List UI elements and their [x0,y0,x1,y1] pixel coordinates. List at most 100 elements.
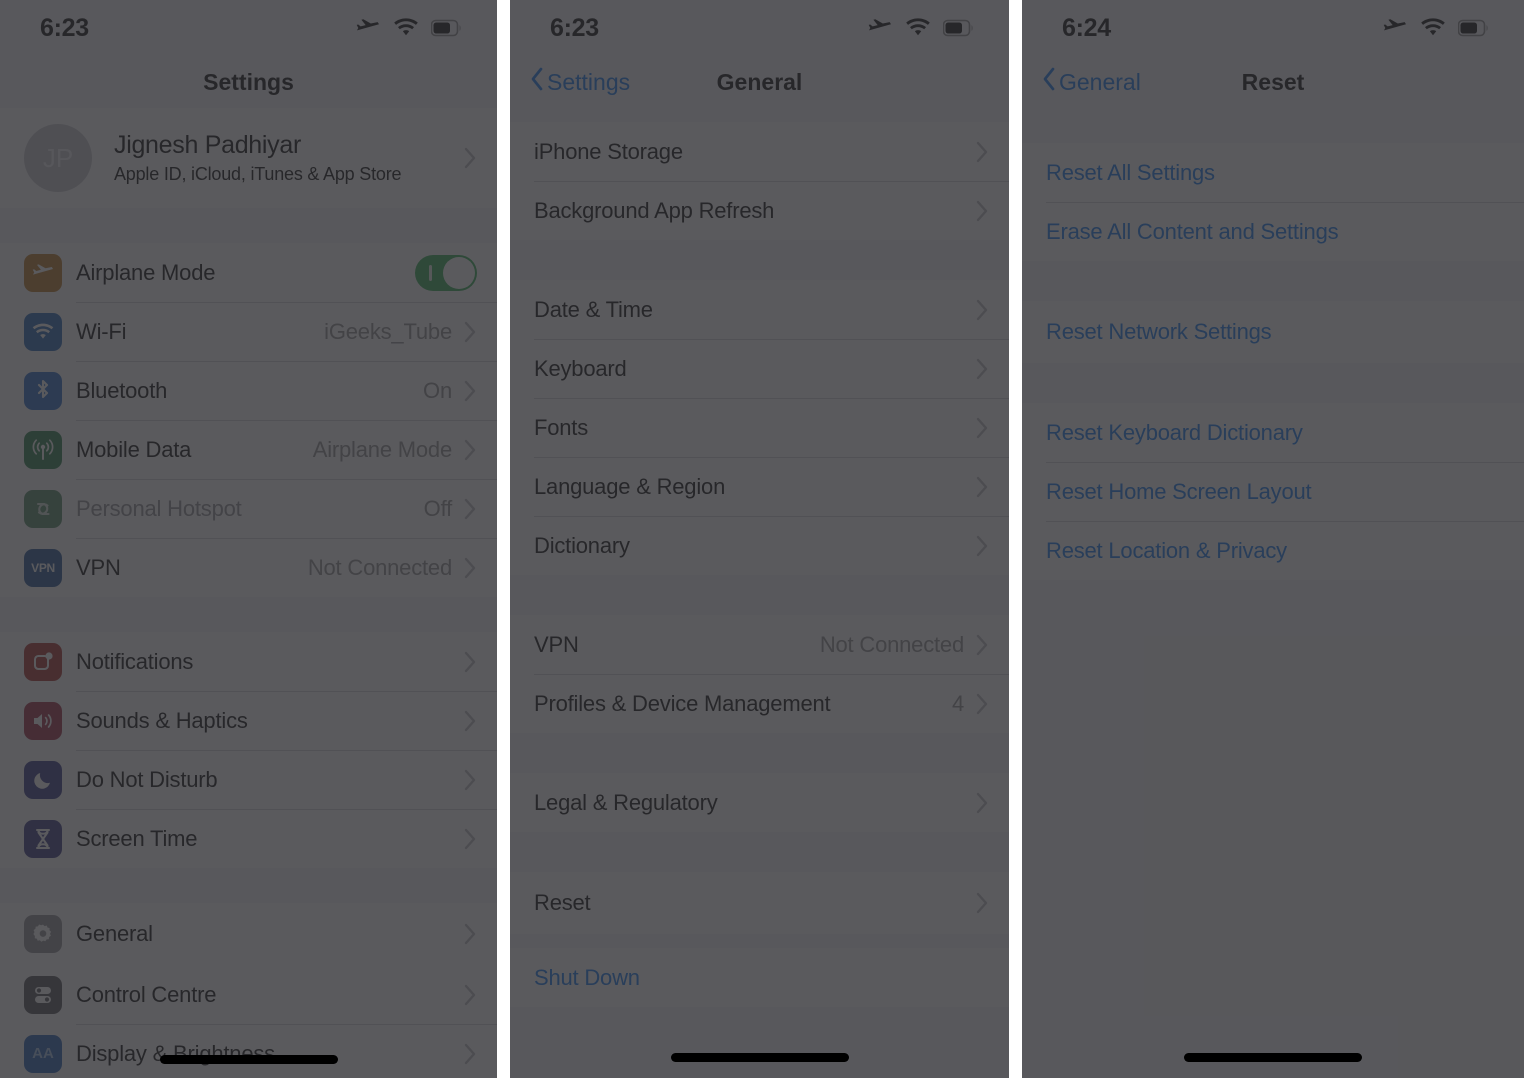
nav-bar: Settings General [510,56,1009,108]
general-row-shut-down[interactable]: Shut Down [510,948,1009,1007]
settings-row-screen-time[interactable]: Screen Time [0,809,497,868]
status-time: 6:23 [550,13,599,42]
settings-row-personal-hotspot[interactable]: Personal Hotspot Off [0,479,497,538]
general-row-legal-regulatory[interactable]: Legal & Regulatory [510,773,1009,832]
reset-network-highlight-group: Reset Network Settings [1022,301,1524,363]
reset-row-erase-all-content-and-settings[interactable]: Erase All Content and Settings [1022,202,1524,261]
status-time: 6:23 [40,13,89,42]
row-label: General [76,921,153,946]
gear-icon [24,915,62,953]
row-label: Control Centre [76,981,217,1007]
wifi-icon [906,18,930,36]
row-label: Fonts [534,414,589,440]
wifi-icon [24,312,62,351]
row-label: Bluetooth [76,377,168,403]
row-label: Shut Down [534,964,640,990]
reset-row-reset-network-settings[interactable]: Reset Network Settings [1022,301,1524,363]
row-label: Mobile Data [76,436,192,462]
row-label: Dictionary [534,532,630,558]
status-time: 6:24 [1062,13,1111,42]
reset-row-reset-all-settings[interactable]: Reset All Settings [1022,143,1524,202]
chevron-right-icon [976,476,989,498]
row-label: Notifications [76,648,194,674]
row-label: Reset Location & Privacy [1046,537,1287,563]
chevron-right-icon [464,710,477,732]
settings-row-wifi[interactable]: Wi-Fi iGeeks_Tube [0,302,497,361]
settings-row-control-centre[interactable]: Control Centre [0,965,497,1024]
legal-group: Legal & Regulatory [510,773,1009,832]
chevron-right-icon [464,147,477,169]
general-row-iphone-storage[interactable]: iPhone Storage [510,122,1009,181]
row-label: Reset Network Settings [1046,319,1272,344]
reset-row-reset-home-screen-layout[interactable]: Reset Home Screen Layout [1022,462,1524,521]
settings-row-bluetooth[interactable]: Bluetooth On [0,361,497,420]
general-row-background-app-refresh[interactable]: Background App Refresh [510,181,1009,240]
status-bar: 6:23 [510,0,1009,56]
avatar: JP [24,124,92,192]
page-title: Settings [203,68,294,95]
settings-row-mobile-data[interactable]: Mobile Data Airplane Mode [0,420,497,479]
row-label: Reset Home Screen Layout [1046,478,1312,504]
back-button[interactable]: Settings [530,67,630,97]
general-row-keyboard[interactable]: Keyboard [510,339,1009,398]
group-spacer [0,597,497,632]
back-label: General [1059,68,1141,95]
row-label: VPN [534,631,579,657]
vpn-profiles-group: VPN Not Connected Profiles & Device Mana… [510,615,1009,733]
row-label: Reset All Settings [1046,159,1215,185]
settings-row-sounds-haptics[interactable]: Sounds & Haptics [0,691,497,750]
wifi-icon [1421,18,1445,36]
reset-list[interactable]: Reset All Settings Erase All Content and… [1022,108,1524,580]
chevron-right-icon [464,439,477,461]
general-row-language-region[interactable]: Language & Region [510,457,1009,516]
airplane-mode-toggle[interactable] [415,254,477,291]
back-button[interactable]: General [1042,67,1141,97]
notifications-group: Notifications Sounds & Haptics Do Not Di… [0,632,497,868]
settings-row-vpn[interactable]: VPN VPN Not Connected [0,538,497,597]
reset-row-reset-location-privacy[interactable]: Reset Location & Privacy [1022,521,1524,580]
general-row-vpn[interactable]: VPN Not Connected [510,615,1009,674]
row-value: Not Connected [819,631,964,657]
status-icons [1382,18,1490,38]
account-group: JP Jignesh Padhiyar Apple ID, iCloud, iT… [0,108,497,208]
settings-list[interactable]: JP Jignesh Padhiyar Apple ID, iCloud, iT… [0,108,497,1078]
general-list[interactable]: iPhone Storage Background App Refresh Da… [510,108,1009,1007]
chevron-right-icon [976,141,989,163]
settings-panel: 6:23 Settings JP Jignesh Padhiyar Apple … [0,0,497,1078]
chevron-right-icon [976,535,989,557]
chevron-left-icon [530,67,544,97]
home-indicator [1184,1053,1362,1062]
settings-row-notifications[interactable]: Notifications [0,632,497,691]
row-label: Date & Time [534,296,653,322]
settings-row-do-not-disturb[interactable]: Do Not Disturb [0,750,497,809]
chevron-left-icon [1042,67,1056,97]
chevron-right-icon [976,299,989,321]
account-name: Jignesh Padhiyar [114,131,301,159]
reset-row-reset-keyboard-dictionary[interactable]: Reset Keyboard Dictionary [1022,403,1524,462]
status-bar: 6:23 [0,0,497,56]
settings-row-display-brightness[interactable]: AA Display & Brightness [0,1024,497,1078]
row-label: Keyboard [534,355,627,381]
settings-row-general[interactable]: General [0,903,497,965]
general-row-fonts[interactable]: Fonts [510,398,1009,457]
row-label: Wi-Fi [76,318,127,344]
row-label: Airplane Mode [76,259,216,285]
general-row-profiles-device-management[interactable]: Profiles & Device Management 4 [510,674,1009,733]
panel-gap [497,0,510,1078]
nav-bar: General Reset [1022,56,1524,108]
general-row-reset[interactable]: Reset [510,872,1009,934]
chevron-right-icon [464,651,477,673]
connectivity-group: Airplane Mode Wi-Fi iGeeks_Tube Bluetoot [0,243,497,597]
chevron-right-icon [976,693,989,715]
chevron-right-icon [464,1043,477,1065]
account-text: Jignesh Padhiyar Apple ID, iCloud, iTune… [114,131,464,185]
group-spacer [510,934,1009,948]
moon-icon [24,760,62,799]
general-row-dictionary[interactable]: Dictionary [510,516,1009,575]
wifi-icon [394,18,418,36]
airplane-icon [356,19,379,31]
general-row-date-time[interactable]: Date & Time [510,280,1009,339]
reset-bottom-group: Reset Keyboard Dictionary Reset Home Scr… [1022,403,1524,580]
apple-id-row[interactable]: JP Jignesh Padhiyar Apple ID, iCloud, iT… [0,108,497,208]
settings-row-airplane-mode[interactable]: Airplane Mode [0,243,497,302]
